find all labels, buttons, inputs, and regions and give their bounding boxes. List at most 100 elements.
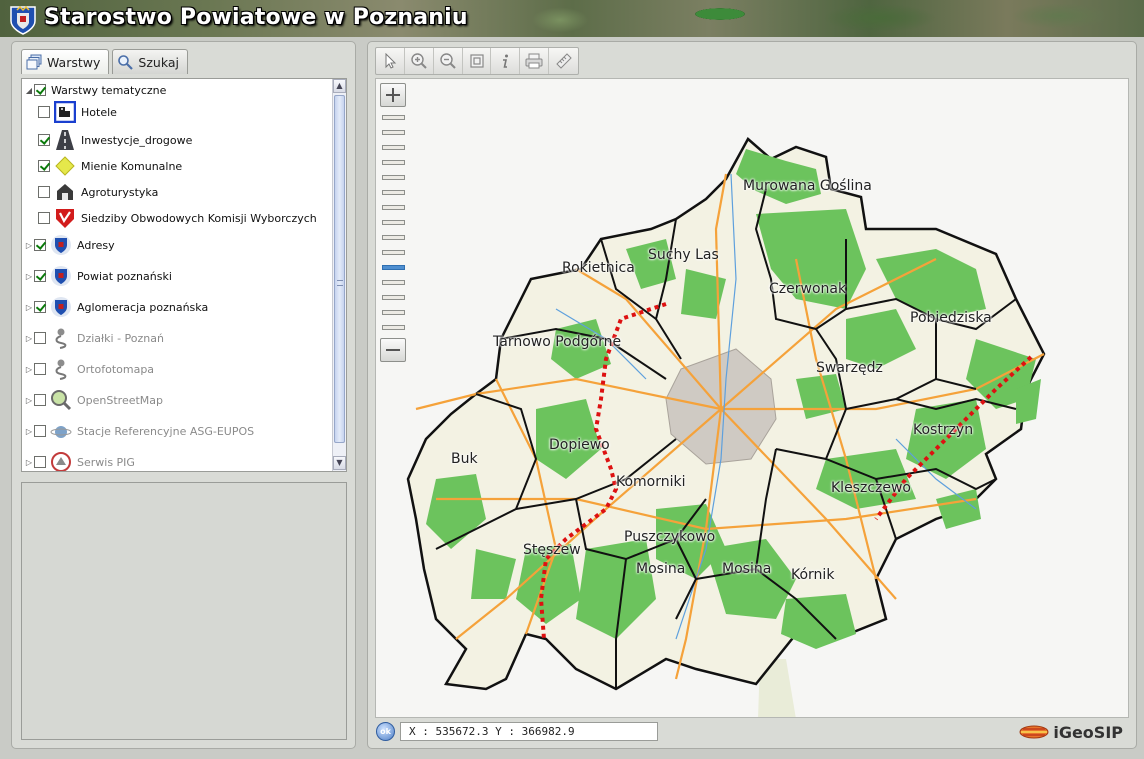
scrollbar-thumb[interactable] xyxy=(334,95,345,443)
layer-row-dzialki-poznan[interactable]: ▷ Działki - Poznań xyxy=(24,327,164,349)
crest-icon xyxy=(51,266,71,286)
layer-checkbox[interactable] xyxy=(34,270,46,282)
brand: iGeoSIP xyxy=(1019,721,1123,743)
zoom-level-7[interactable] xyxy=(382,205,405,210)
layer-row-powiat-poznanski[interactable]: ▷ Powiat poznański xyxy=(24,265,172,287)
collapsed-arrow-icon[interactable]: ▷ xyxy=(24,241,34,250)
magnifier-map-icon xyxy=(51,390,72,411)
layer-label: Mienie Komunalne xyxy=(81,159,183,173)
tab-warstwy[interactable]: Warstwy xyxy=(21,49,110,74)
zoom-level-10[interactable] xyxy=(382,250,405,255)
hotel-icon xyxy=(54,101,76,123)
layer-checkbox[interactable] xyxy=(38,106,50,118)
ok-icon[interactable]: ok xyxy=(376,722,395,741)
collapsed-arrow-icon[interactable]: ▷ xyxy=(24,458,34,467)
zoom-out-tool-button[interactable] xyxy=(434,48,463,74)
layer-row-agroturystyka[interactable]: Agroturystyka xyxy=(38,181,158,203)
map-canvas[interactable]: Murowana Goślina Suchy Las Rokietnica Cz… xyxy=(375,78,1129,718)
layer-row-mienie-komunalne[interactable]: Mienie Komunalne xyxy=(38,155,182,177)
map-statusbar: ok X : 535672.3 Y : 366982.9 iGeoSIP xyxy=(375,721,1129,743)
collapsed-arrow-icon[interactable]: ▷ xyxy=(24,427,34,436)
zoom-extent-tool-button[interactable] xyxy=(463,48,492,74)
collapsed-arrow-icon[interactable]: ▷ xyxy=(24,272,34,281)
zoom-level-5[interactable] xyxy=(382,175,405,180)
zoom-in-button[interactable] xyxy=(380,83,406,107)
layer-label: Ortofotomapa xyxy=(77,362,155,376)
map-label-mosina-east: Mosina xyxy=(722,561,772,577)
zoom-level-1[interactable] xyxy=(382,115,405,120)
layer-row-serwis-pig[interactable]: ▷ Serwis PIG xyxy=(24,451,135,471)
layer-label: Aglomeracja poznańska xyxy=(77,300,209,314)
zoom-control xyxy=(380,83,408,365)
collapsed-arrow-icon[interactable]: ▷ xyxy=(24,365,34,374)
layer-row-stacje-referencyjne[interactable]: ▷ Stacje Referencyjne ASG-EUPOS xyxy=(24,420,254,442)
pointer-icon xyxy=(385,53,397,69)
layer-row-hotele[interactable]: Hotele xyxy=(38,101,117,123)
layer-checkbox[interactable] xyxy=(34,239,46,251)
pig-logo-icon xyxy=(51,452,71,471)
zoom-extent-icon xyxy=(469,54,484,68)
layer-checkbox[interactable] xyxy=(38,134,50,146)
layer-checkbox[interactable] xyxy=(38,160,50,172)
agrotourism-icon xyxy=(57,184,73,200)
layer-row-warstwy-tematyczne[interactable]: ◢ Warstwy tematyczne xyxy=(24,79,166,101)
app-header: Starostwo Powiatowe w Poznaniu xyxy=(0,0,1144,37)
layer-row-openstreetmap[interactable]: ▷ OpenStreetMap xyxy=(24,389,163,411)
zoom-level-15[interactable] xyxy=(382,325,405,330)
zoom-level-9[interactable] xyxy=(382,235,405,240)
wms-icon xyxy=(55,328,67,349)
layer-checkbox[interactable] xyxy=(34,425,46,437)
layer-row-aglomeracja-poznanska[interactable]: ▷ Aglomeracja poznańska xyxy=(24,296,208,318)
collapsed-arrow-icon[interactable]: ▷ xyxy=(24,334,34,343)
zoom-level-13[interactable] xyxy=(382,295,405,300)
layer-checkbox[interactable] xyxy=(34,84,46,96)
print-tool-button[interactable] xyxy=(520,48,550,74)
layer-row-siedziby-komisji[interactable]: Siedziby Obwodowych Komisji Wyborczych xyxy=(38,207,317,229)
map-panel: Murowana Goślina Suchy Las Rokietnica Cz… xyxy=(367,41,1137,749)
tab-szukaj-label: Szukaj xyxy=(138,54,179,70)
map-label-dopiewo: Dopiewo xyxy=(549,437,610,453)
zoom-level-12[interactable] xyxy=(382,280,405,285)
collapsed-arrow-icon[interactable]: ▷ xyxy=(24,303,34,312)
app-title: Starostwo Powiatowe w Poznaniu xyxy=(44,5,468,30)
layer-row-inwestycje-drogowe[interactable]: Inwestycje_drogowe xyxy=(38,129,192,151)
layer-tree: ◢ Warstwy tematyczne Hotele Inwestycje_d… xyxy=(21,78,347,472)
map-label-buk: Buk xyxy=(451,451,478,467)
pointer-tool-button[interactable] xyxy=(376,48,405,74)
layer-checkbox[interactable] xyxy=(34,363,46,375)
layer-checkbox[interactable] xyxy=(38,186,50,198)
layer-checkbox[interactable] xyxy=(34,332,46,344)
zoom-level-8[interactable] xyxy=(382,220,405,225)
zoom-out-button[interactable] xyxy=(380,338,406,362)
layer-label: Agroturystyka xyxy=(81,185,159,199)
measure-tool-button[interactable] xyxy=(549,48,578,74)
zoom-level-6[interactable] xyxy=(382,190,405,195)
zoom-level-14[interactable] xyxy=(382,310,405,315)
tab-szukaj[interactable]: Szukaj xyxy=(112,49,188,74)
zoom-in-icon xyxy=(411,53,427,69)
layer-row-ortofotomapa[interactable]: ▷ Ortofotomapa xyxy=(24,358,154,380)
zoom-level-3[interactable] xyxy=(382,145,405,150)
zoom-in-tool-button[interactable] xyxy=(405,48,434,74)
info-tool-button[interactable] xyxy=(491,48,521,74)
layer-checkbox[interactable] xyxy=(34,456,46,468)
zoom-out-icon xyxy=(439,53,456,69)
map-label-suchy-las: Suchy Las xyxy=(648,247,719,263)
expanded-arrow-icon[interactable]: ◢ xyxy=(24,86,34,95)
layer-checkbox[interactable] xyxy=(34,301,46,313)
plus-icon xyxy=(386,88,400,102)
scroll-up-icon[interactable]: ▲ xyxy=(333,79,346,93)
map-label-kornik: Kórnik xyxy=(791,567,835,583)
zoom-level-4[interactable] xyxy=(382,160,405,165)
measure-icon xyxy=(555,53,572,69)
layer-tree-scrollbar[interactable]: ▲ ▼ xyxy=(332,79,346,471)
info-icon xyxy=(503,54,509,68)
layer-checkbox[interactable] xyxy=(34,394,46,406)
zoom-level-current[interactable] xyxy=(382,265,405,270)
layer-row-adresy[interactable]: ▷ Adresy xyxy=(24,234,115,256)
layer-checkbox[interactable] xyxy=(38,212,50,224)
scroll-down-icon[interactable]: ▼ xyxy=(333,456,346,470)
tab-warstwy-label: Warstwy xyxy=(47,54,101,70)
collapsed-arrow-icon[interactable]: ▷ xyxy=(24,396,34,405)
zoom-level-2[interactable] xyxy=(382,130,405,135)
